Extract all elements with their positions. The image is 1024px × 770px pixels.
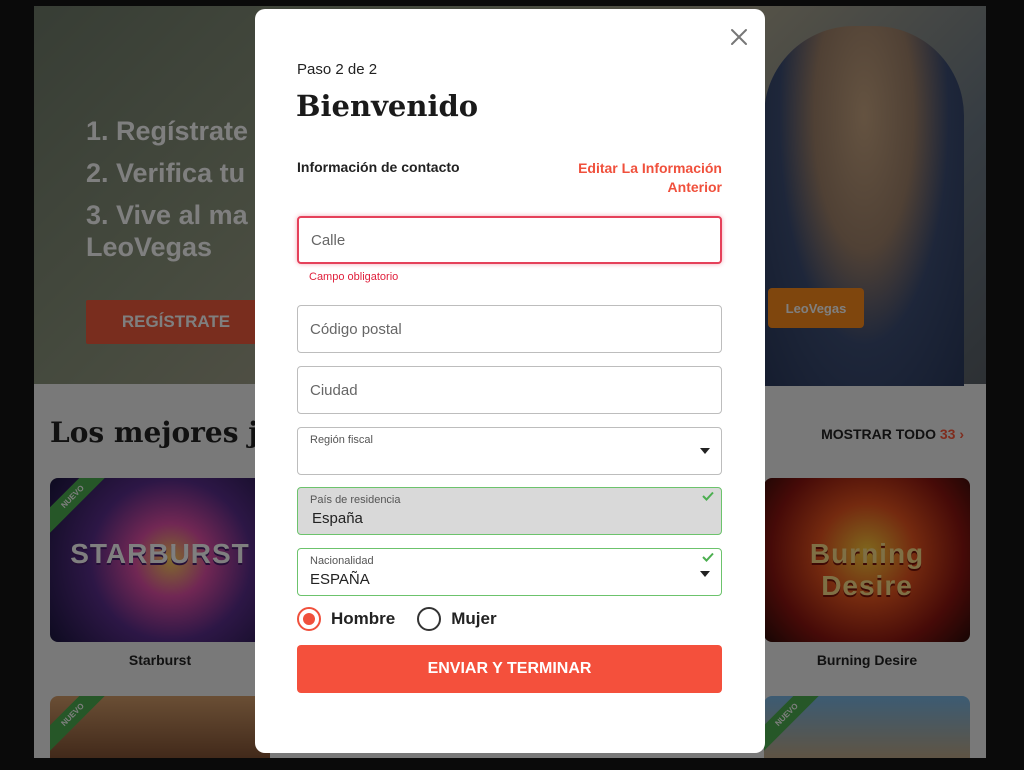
check-icon — [702, 491, 714, 501]
check-icon — [702, 552, 714, 562]
country-of-residence-label: País de residencia — [310, 494, 401, 506]
gender-radio-group: Hombre Mujer — [297, 607, 519, 631]
city-input[interactable] — [298, 367, 721, 413]
street-input[interactable] — [299, 218, 720, 262]
chevron-down-icon — [700, 448, 710, 454]
city-field — [297, 366, 722, 414]
country-of-residence-field: País de residencia España — [297, 487, 722, 535]
radio-unchecked-icon[interactable] — [417, 607, 442, 631]
submit-button[interactable]: ENVIAR Y TERMINAR — [297, 645, 722, 693]
step-indicator: Paso 2 de 2 — [297, 61, 378, 78]
gender-option-mujer[interactable]: Mujer — [417, 607, 497, 631]
tax-region-select[interactable]: Región fiscal — [297, 427, 722, 475]
modal-title: Bienvenido — [296, 89, 479, 123]
nationality-select[interactable]: Nacionalidad ESPAÑA — [297, 548, 722, 596]
postal-code-field — [297, 305, 722, 353]
close-icon[interactable] — [727, 25, 751, 49]
tax-region-label: Región fiscal — [310, 434, 373, 446]
country-of-residence-value: España — [312, 510, 363, 527]
street-error-message: Campo obligatorio — [309, 271, 399, 283]
nationality-label: Nacionalidad — [310, 555, 374, 567]
gender-option-hombre[interactable]: Hombre — [297, 607, 395, 631]
gender-label: Mujer — [451, 609, 497, 628]
gender-label: Hombre — [331, 609, 396, 628]
edit-previous-info-link[interactable]: Editar La Información Anterior — [532, 159, 722, 197]
street-field — [297, 216, 722, 264]
section-label: Información de contacto — [297, 159, 460, 175]
postal-code-input[interactable] — [298, 306, 721, 352]
nationality-value: ESPAÑA — [310, 571, 370, 588]
chevron-down-icon — [700, 571, 710, 577]
radio-checked-icon[interactable] — [297, 607, 321, 631]
registration-modal: Paso 2 de 2 Bienvenido Información de co… — [255, 9, 765, 753]
